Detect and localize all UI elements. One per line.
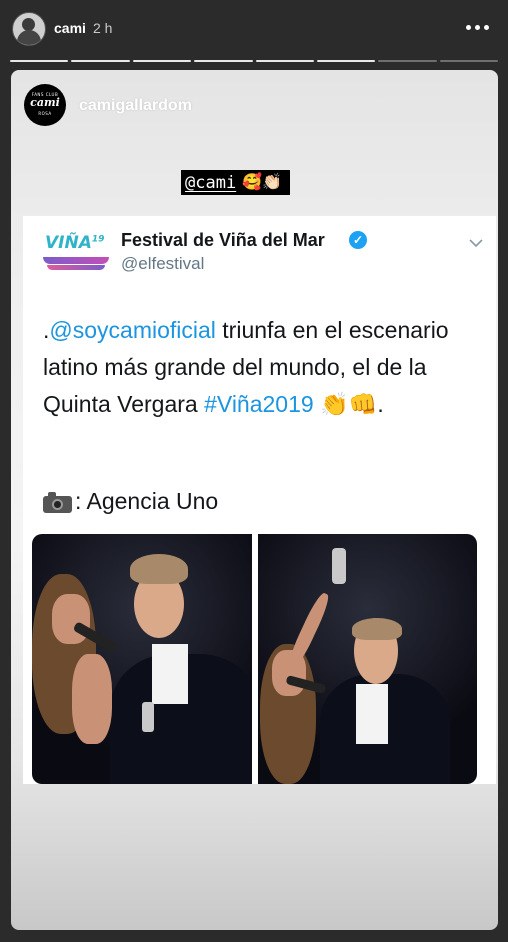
avatar-logo-main: cami (30, 96, 60, 109)
festival-logo: VIÑA19 (43, 233, 111, 277)
story-progress-segment (132, 60, 192, 62)
tweet-card: VIÑA19 Festival de Viña del Mar ✓ @elfes… (23, 216, 496, 784)
more-options-icon[interactable] (466, 24, 490, 32)
tweet-handle[interactable]: @elfestival (121, 254, 204, 274)
story-progress-segment (378, 60, 437, 62)
story-header: cami 2 h (0, 0, 508, 60)
story-owner-username[interactable]: cami (54, 20, 86, 36)
tweet-hashtag-link[interactable]: #Viña2019 (204, 391, 314, 417)
mention-sticker-emojis: 🥰👏🏻 (242, 173, 283, 191)
tweet-display-name[interactable]: Festival de Viña del Mar (121, 230, 325, 251)
profile-avatar[interactable] (12, 12, 46, 46)
chevron-down-icon[interactable] (469, 238, 483, 248)
poster-avatar[interactable]: FANS CLUB cami ROSA (24, 84, 66, 126)
tweet-photo-right[interactable] (258, 534, 477, 784)
tweet-photo-left[interactable] (32, 534, 252, 784)
camera-icon (43, 491, 73, 513)
avatar-logo-bottom: ROSA (38, 111, 52, 116)
story-progress-segment (71, 60, 130, 62)
tweet-text-emojis: 👏👊. (313, 391, 384, 417)
story-time-ago: 2 h (93, 20, 113, 36)
mention-sticker[interactable]: @cami 🥰👏🏻 (181, 170, 291, 195)
story-progress-segment (194, 60, 253, 62)
story-progress-segment (439, 60, 498, 62)
verified-badge-icon: ✓ (349, 231, 367, 249)
festival-logo-text: VIÑA19 (45, 233, 105, 253)
logo-wave-2 (47, 265, 105, 270)
tweet-mention-link[interactable]: @soycamioficial (49, 317, 216, 343)
tweet-text: .@soycamioficial triunfa en el escenario… (43, 312, 483, 423)
logo-wave-1 (43, 257, 109, 264)
story-progress-segment (10, 60, 69, 62)
story-progress-segment (255, 60, 314, 62)
mention-sticker-text[interactable]: @cami (185, 173, 236, 193)
poster-username[interactable]: camigallardom (79, 97, 192, 115)
avatar-body-shape (17, 30, 41, 45)
story-progress-bar (10, 60, 498, 63)
photo-credit-text: : Agencia Uno (75, 488, 219, 514)
story-canvas[interactable]: FANS CLUB cami ROSA camigallardom @cami … (11, 70, 498, 930)
photo-credit: : Agencia Uno (43, 488, 218, 515)
story-progress-segment (316, 60, 376, 62)
